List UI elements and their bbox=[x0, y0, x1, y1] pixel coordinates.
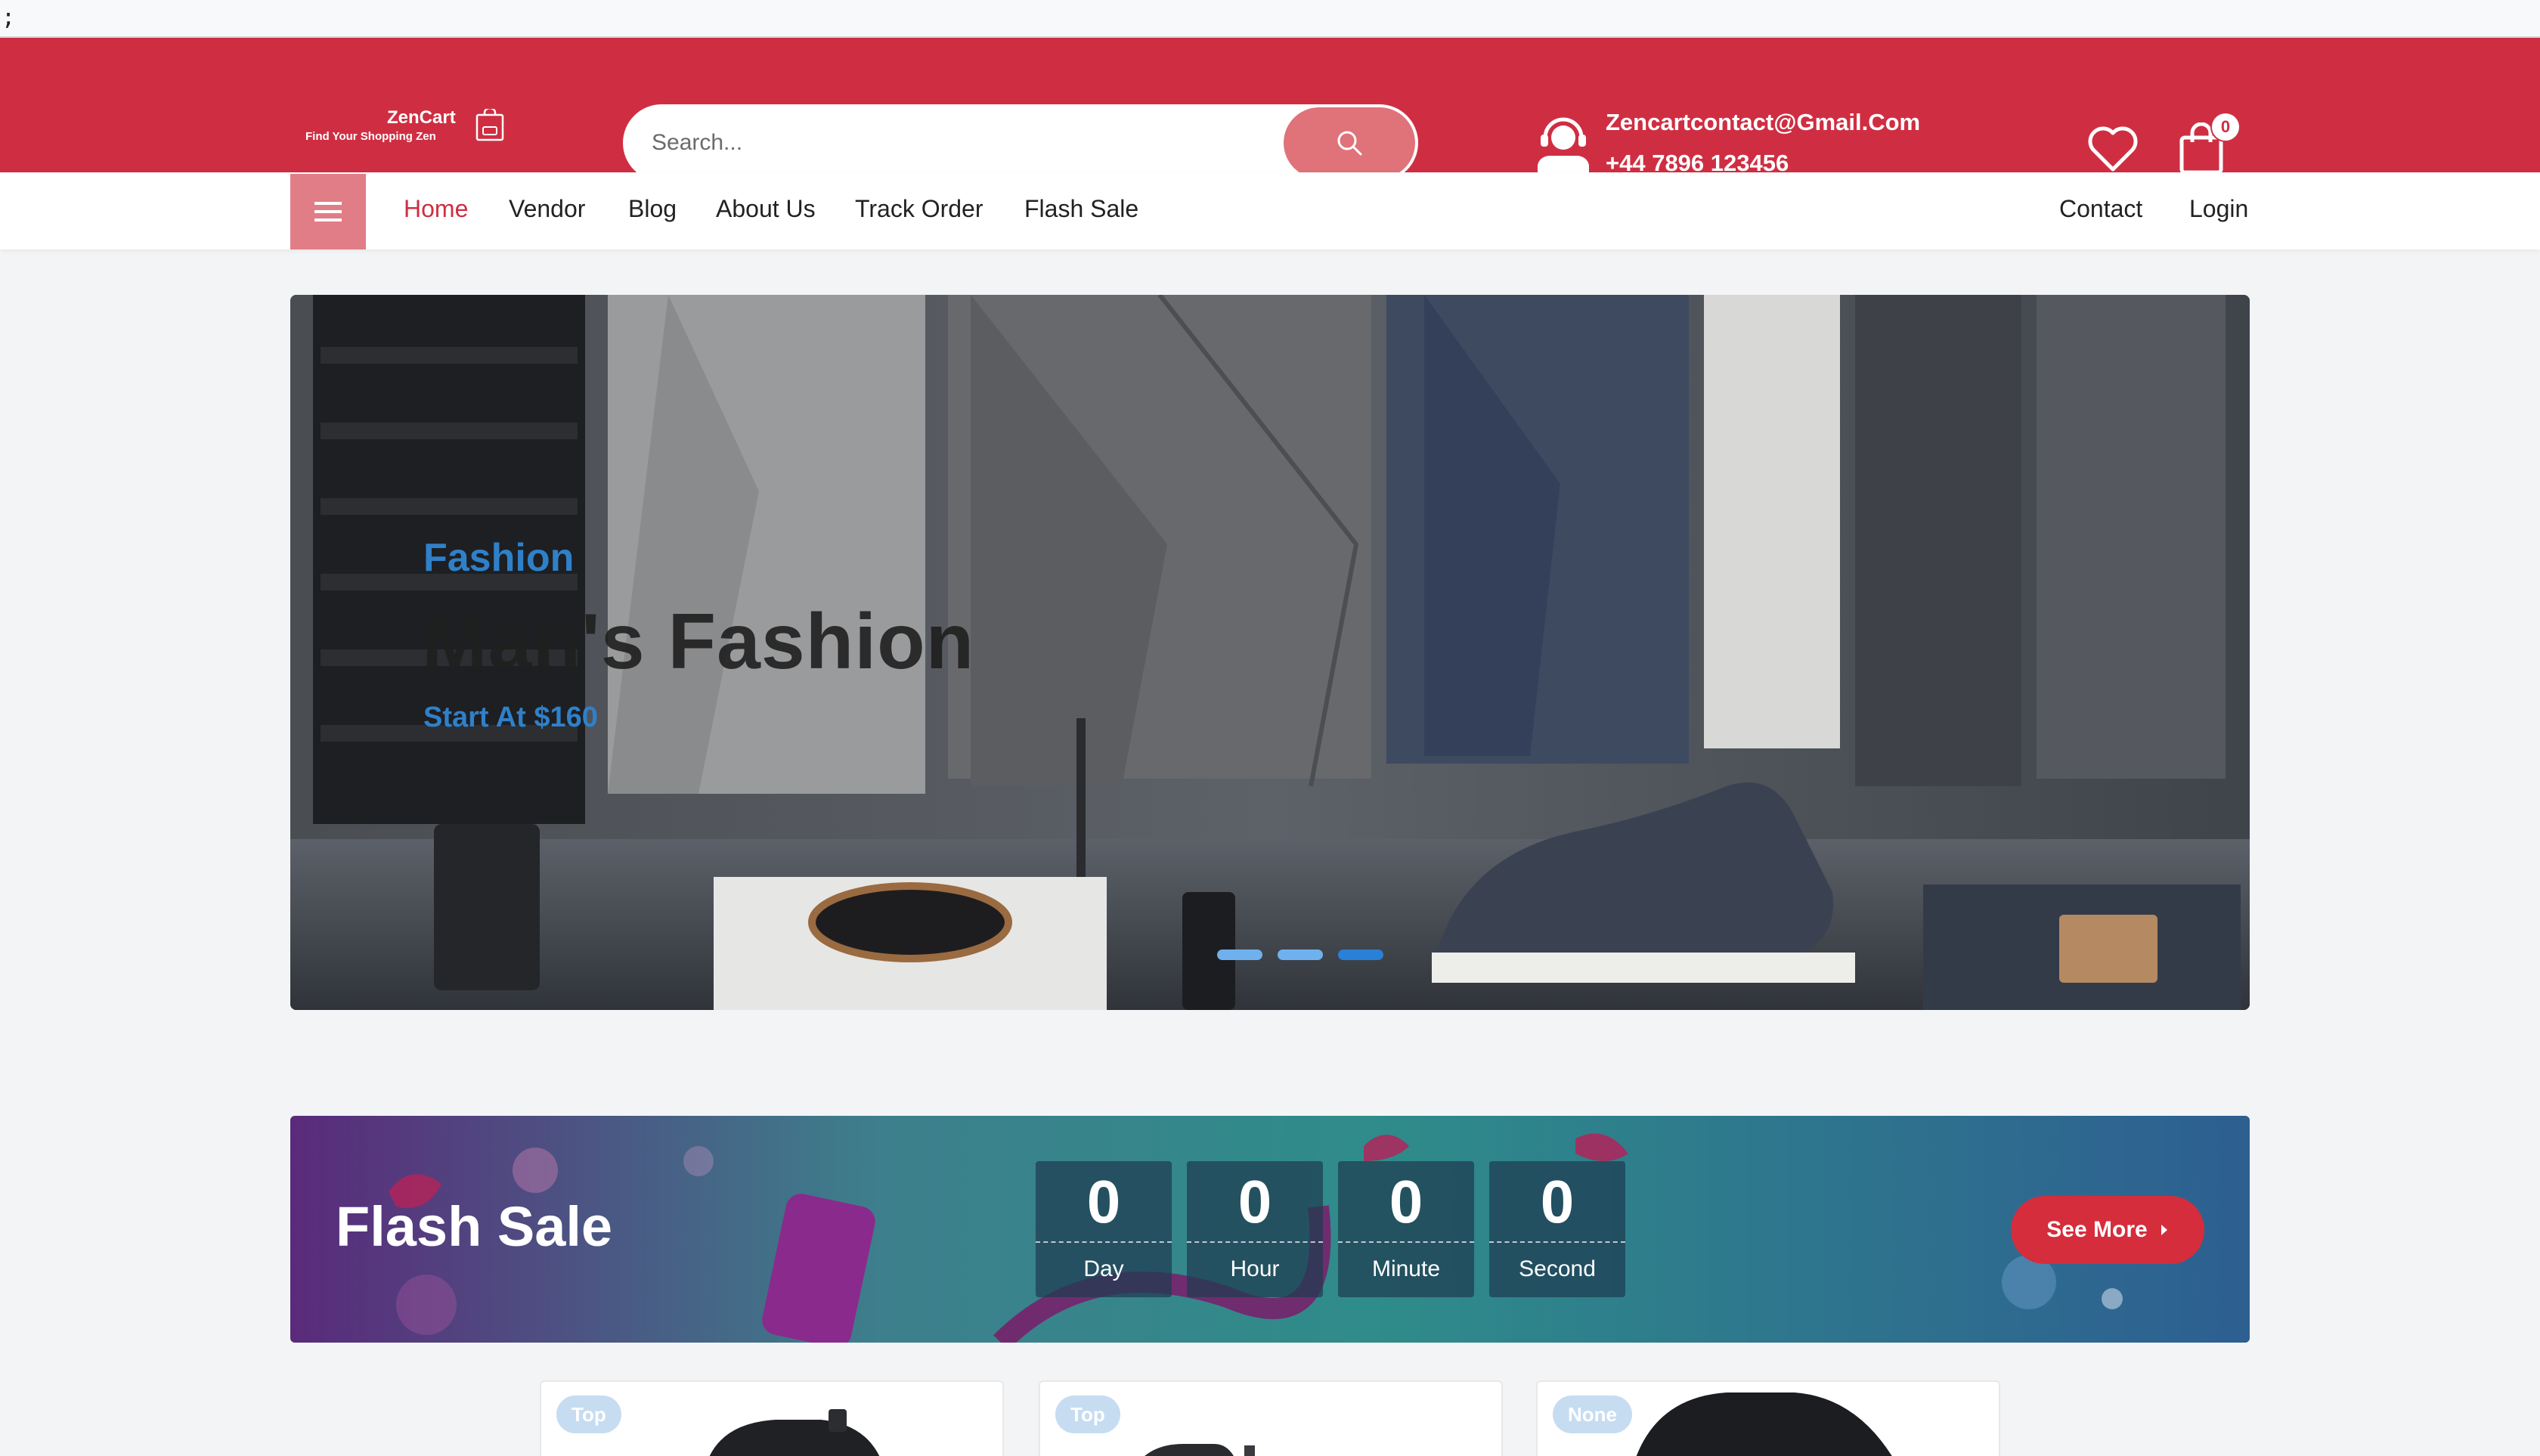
heart-icon[interactable] bbox=[2086, 125, 2139, 172]
carousel-dot-1[interactable] bbox=[1217, 949, 1262, 960]
timer-divider bbox=[1338, 1241, 1474, 1243]
product-card[interactable]: Top bbox=[1039, 1380, 1503, 1456]
contact-info: Zencartcontact@Gmail.Com +44 7896 123456 bbox=[1535, 107, 1958, 183]
product-badge: Top bbox=[1055, 1396, 1120, 1433]
search-button[interactable] bbox=[1284, 107, 1415, 178]
product-card[interactable]: Top bbox=[540, 1380, 1004, 1456]
carousel-dots bbox=[1217, 949, 1383, 960]
timer-second: 0 Second bbox=[1489, 1161, 1625, 1297]
carousel-dot-3[interactable] bbox=[1338, 949, 1383, 960]
countdown-timer: 0 Day 0 Hour 0 Minute 0 Second bbox=[1036, 1161, 1625, 1297]
product-badge: Top bbox=[556, 1396, 621, 1433]
timer-day-value: 0 bbox=[1086, 1168, 1121, 1235]
site-logo[interactable]: ZenCart Find Your Shopping Zen bbox=[305, 73, 511, 151]
nav-item-contact[interactable]: Contact bbox=[2059, 195, 2142, 223]
hero-price: Start At $160 bbox=[423, 702, 598, 733]
timer-divider bbox=[1489, 1241, 1625, 1243]
cart-logo-icon bbox=[475, 109, 504, 141]
nav-item-blog[interactable]: Blog bbox=[628, 195, 677, 223]
nav-item-flash-sale[interactable]: Flash Sale bbox=[1024, 195, 1138, 223]
browser-top-strip: ; bbox=[0, 0, 2540, 38]
search-bar bbox=[623, 104, 1418, 181]
see-more-button[interactable]: See More bbox=[2011, 1196, 2204, 1264]
stray-text: ; bbox=[2, 5, 16, 31]
timer-divider bbox=[1036, 1241, 1172, 1243]
timer-second-label: Second bbox=[1519, 1256, 1596, 1281]
timer-hour: 0 Hour bbox=[1187, 1161, 1323, 1297]
nav-item-home[interactable]: Home bbox=[404, 195, 468, 223]
main-nav: Home Vendor Blog About Us Track Order Fl… bbox=[0, 172, 2540, 249]
contact-email[interactable]: Zencartcontact@Gmail.Com bbox=[1606, 109, 1920, 136]
support-agent-icon bbox=[1538, 117, 1589, 175]
nav-item-login[interactable]: Login bbox=[2189, 195, 2248, 223]
category-menu-button[interactable] bbox=[290, 174, 366, 249]
product-image bbox=[1636, 1392, 1892, 1456]
caret-right-icon bbox=[2161, 1225, 2167, 1235]
search-input[interactable] bbox=[652, 121, 1241, 165]
hero-subtitle: Fashion bbox=[423, 536, 575, 580]
nav-item-about-us[interactable]: About Us bbox=[716, 195, 816, 223]
hamburger-icon bbox=[314, 202, 342, 221]
flash-sale-title: Flash Sale bbox=[336, 1195, 613, 1258]
site-header: ZenCart Find Your Shopping Zen Zencartco… bbox=[0, 38, 2540, 181]
hero-banner[interactable]: Fashion Man's Fashion Start At $160 bbox=[290, 295, 2250, 1010]
flash-sale-banner: Flash Sale 0 Day 0 Hour 0 Minute 0 Secon… bbox=[290, 1116, 2250, 1343]
brand-name: ZenCart bbox=[387, 107, 456, 128]
see-more-label: See More bbox=[2046, 1217, 2148, 1242]
product-badge: None bbox=[1553, 1396, 1632, 1433]
product-card[interactable]: None bbox=[1536, 1380, 2000, 1456]
carousel-dot-2[interactable] bbox=[1278, 949, 1323, 960]
timer-minute-label: Minute bbox=[1371, 1256, 1441, 1281]
nav-item-track-order[interactable]: Track Order bbox=[855, 195, 983, 223]
timer-day: 0 Day bbox=[1036, 1161, 1172, 1297]
cart-button[interactable]: 0 bbox=[2177, 112, 2241, 177]
timer-hour-value: 0 bbox=[1237, 1168, 1272, 1235]
nav-item-vendor[interactable]: Vendor bbox=[509, 195, 585, 223]
cart-count-badge: 0 bbox=[2210, 112, 2241, 142]
timer-hour-label: Hour bbox=[1230, 1256, 1280, 1281]
timer-divider bbox=[1187, 1241, 1323, 1243]
timer-minute-value: 0 bbox=[1389, 1168, 1423, 1235]
timer-minute: 0 Minute bbox=[1338, 1161, 1474, 1297]
timer-day-label: Day bbox=[1083, 1256, 1124, 1281]
product-image bbox=[709, 1409, 880, 1456]
product-image bbox=[1145, 1444, 1255, 1456]
timer-second-value: 0 bbox=[1540, 1168, 1575, 1235]
hero-title: Man's Fashion bbox=[422, 598, 975, 686]
brand-tagline: Find Your Shopping Zen bbox=[305, 130, 436, 143]
search-icon bbox=[1337, 131, 1362, 156]
